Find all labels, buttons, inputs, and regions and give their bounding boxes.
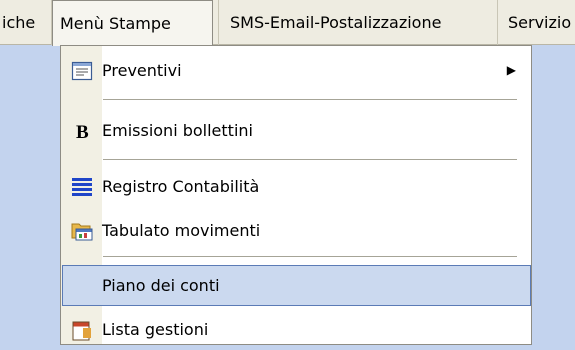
svg-text:B: B [76,122,89,142]
menu-item-emissioni-bollettini[interactable]: B Emissioni bollettini [62,110,530,151]
app-window: { "menubar": { "items": [ {"label": "ich… [0,0,575,345]
report-icon [71,319,93,341]
menu-separator [103,159,517,160]
menubar-separator [497,0,498,45]
menu-item-tabulato-movimenti[interactable]: Tabulato movimenti [62,210,530,251]
menu-item-preventivi[interactable]: Preventivi ▶ [62,50,530,91]
menu-separator [103,256,517,257]
menu-item-label: Lista gestioni [102,320,209,339]
menubar-separator [218,0,219,45]
dropdown-menu-stampe: Preventivi ▶ B Emissioni bollettini Regi… [60,45,532,345]
menu-item-sms-email[interactable]: SMS-Email-Postalizzazione [230,0,441,45]
list-lines-icon [71,176,93,198]
menu-item-partial-left[interactable]: iche [2,0,35,45]
menu-separator [103,99,517,100]
menu-item-registro-contabilita[interactable]: Registro Contabilità [62,166,530,207]
menu-item-label: Piano dei conti [102,276,220,295]
folder-chart-icon [71,220,93,242]
menu-item-lista-gestioni[interactable]: Lista gestioni [62,309,530,350]
menu-item-label: Registro Contabilità [102,177,260,196]
menu-item-menu-stampe[interactable]: Menù Stampe [52,0,213,46]
menu-item-piano-dei-conti[interactable]: Piano dei conti [62,265,531,306]
menu-item-label: Preventivi [102,61,182,80]
menu-item-servizio[interactable]: Servizio [508,0,571,45]
bold-b-icon: B [71,120,93,143]
menu-item-label: Tabulato movimenti [102,221,261,240]
submenu-arrow-icon: ▶ [506,63,516,77]
menu-bar: iche Menù Stampe SMS-Email-Postalizzazio… [0,0,575,46]
document-icon [71,60,93,82]
menu-item-label: Emissioni bollettini [102,121,253,140]
